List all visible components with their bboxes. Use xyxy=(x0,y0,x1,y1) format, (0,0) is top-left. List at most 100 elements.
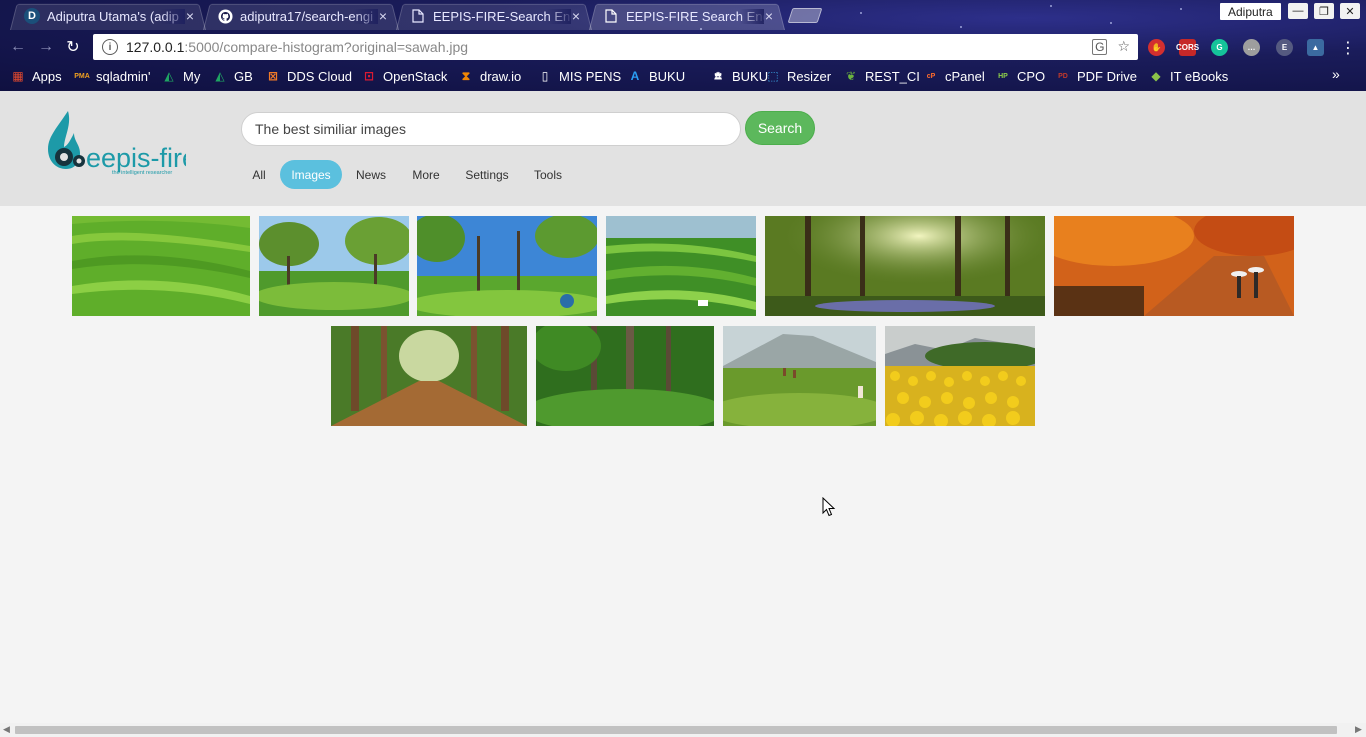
bookmark-cpanel[interactable]: cP cPanel xyxy=(924,67,985,85)
bookmark-mis-pens[interactable]: ▯ MIS PENS xyxy=(538,67,621,85)
itebooks-icon: ◆ xyxy=(1151,69,1161,83)
tab-tools[interactable]: Tools xyxy=(528,160,568,189)
bookmark-sqladmin[interactable]: PMA sqladmin' xyxy=(74,67,151,85)
tab-strip: D Adiputra Utama's (adip × adiputra17/se… xyxy=(0,0,1366,30)
tab-close-icon[interactable]: × xyxy=(572,8,580,24)
back-arrow-icon[interactable]: ← xyxy=(9,38,27,56)
tab-settings[interactable]: Settings xyxy=(458,160,516,189)
grammarly-icon[interactable]: G xyxy=(1211,39,1228,56)
result-image-green-rice-terraces[interactable] xyxy=(606,216,756,316)
site-header: eepis-fire the intelligent researcher Th… xyxy=(0,91,1366,206)
result-image-sunlit-forest[interactable] xyxy=(765,216,1045,316)
info-icon[interactable]: i xyxy=(102,39,118,55)
forward-arrow-icon[interactable]: → xyxy=(37,38,55,56)
cors-icon[interactable]: CORS xyxy=(1176,39,1199,56)
bookmark-label: draw.io xyxy=(480,68,522,84)
scrollbar-thumb[interactable] xyxy=(15,726,1337,734)
minimize-icon[interactable]: — xyxy=(1288,3,1308,19)
bookmark-label: REST_CI xyxy=(865,68,920,84)
library-icon: 🏛 xyxy=(713,73,723,80)
search-button[interactable]: Search xyxy=(745,111,815,145)
tab-images[interactable]: Images xyxy=(280,160,342,189)
logo-text: eepis-fire xyxy=(86,143,186,173)
bookmark-draw-io[interactable]: ⧗ draw.io xyxy=(459,67,521,85)
search-input-value: The best similiar images xyxy=(255,121,406,137)
url-host: 127.0.0.1 xyxy=(126,39,185,55)
bookmark-star-icon[interactable]: ☆ xyxy=(1117,38,1130,55)
reload-icon[interactable]: ↻ xyxy=(64,38,82,56)
address-bar[interactable]: i 127.0.0.1:5000/compare-histogram?origi… xyxy=(93,34,1138,60)
bookmark-it-ebooks[interactable]: ◆ IT eBooks xyxy=(1149,67,1228,85)
bookmark-label: MIS PENS xyxy=(559,68,622,84)
bookmark-label: sqladmin' xyxy=(96,68,151,84)
bookmark-label: BUKU xyxy=(732,68,769,84)
cpanel-icon: cP xyxy=(926,72,936,80)
bookmark-label: IT eBooks xyxy=(1170,68,1229,84)
bookmarks-bar: ▦ Apps PMA sqladmin' ◭ My ◭ GB ⊠ DDS Cloud ⊡ OpenSt… xyxy=(0,63,1366,88)
result-image-teak-forest-road[interactable] xyxy=(331,326,527,426)
browser-tab[interactable]: adiputra17/search-engi × xyxy=(203,2,399,30)
result-image-tea-garden-trees[interactable] xyxy=(259,216,409,316)
drive-icon: ◭ xyxy=(164,69,174,83)
result-image-tea-garden-blue-sky[interactable] xyxy=(417,216,597,316)
bookmark-gb[interactable]: ◭ GB xyxy=(213,67,253,85)
bookmark-cpo[interactable]: HP CPO xyxy=(996,67,1045,85)
tab-all[interactable]: All xyxy=(242,160,276,189)
bookmark-label: Resizer xyxy=(787,68,832,84)
bookmark-apps[interactable]: ▦ Apps xyxy=(11,67,61,85)
mouse-cursor-icon xyxy=(822,497,836,517)
dds-icon: ⊠ xyxy=(267,69,279,83)
bookmark-dds-cloud[interactable]: ⊠ DDS Cloud xyxy=(266,67,352,85)
tab-close-icon[interactable]: × xyxy=(379,8,387,24)
eepis-fire-logo[interactable]: eepis-fire the intelligent researcher xyxy=(46,111,197,176)
tab-close-icon[interactable]: × xyxy=(186,8,194,24)
search-input[interactable]: The best similiar images xyxy=(241,112,741,146)
bookmark-rest-ci[interactable]: ❦ REST_CI xyxy=(844,67,920,85)
translate-icon[interactable]: G xyxy=(1092,38,1108,55)
bookmark-resizer[interactable]: ⬚ Resizer xyxy=(766,67,831,85)
bookmark-label: GB xyxy=(234,68,253,84)
browser-tab[interactable]: D Adiputra Utama's (adip × xyxy=(10,2,206,30)
bookmark-buku[interactable]: A BUKU xyxy=(628,67,685,85)
window-close-icon[interactable]: ✕ xyxy=(1340,3,1360,19)
adblock-icon[interactable]: ✋ xyxy=(1148,39,1165,56)
page-icon xyxy=(603,8,619,24)
result-image-autumn-path-umbrellas[interactable] xyxy=(1054,216,1294,316)
pma-icon: PMA xyxy=(74,72,90,80)
new-tab-button[interactable] xyxy=(787,8,823,23)
browser-tab[interactable]: EEPIS-FIRE-Search Engi × xyxy=(396,2,592,30)
scroll-left-icon[interactable]: ◀ xyxy=(3,724,10,735)
bookmark-label: BUKU xyxy=(649,68,686,84)
scroll-right-icon[interactable]: ▶ xyxy=(1355,724,1362,735)
result-image-terraced-rice-field[interactable] xyxy=(72,216,250,316)
bookmarks-more-icon[interactable]: » xyxy=(1332,66,1340,82)
bookmark-my[interactable]: ◭ My xyxy=(162,67,200,85)
restore-icon[interactable]: ❐ xyxy=(1314,3,1334,19)
bookmark-buku[interactable]: 🏛 BUKU xyxy=(711,67,769,85)
menu-icon[interactable]: ⋮ xyxy=(1340,38,1356,58)
browser-frame: D Adiputra Utama's (adip × adiputra17/se… xyxy=(0,0,1366,91)
hp-icon: HP xyxy=(998,72,1008,80)
horizontal-scrollbar[interactable]: ◀ ▶ xyxy=(0,723,1366,737)
tab-close-icon[interactable]: × xyxy=(765,8,773,24)
bookmark-openstack[interactable]: ⊡ OpenStack xyxy=(362,67,447,85)
d-favicon-icon: D xyxy=(24,8,40,24)
result-image-dense-green-forest[interactable] xyxy=(536,326,714,426)
tab-more[interactable]: More xyxy=(404,160,448,189)
chat-icon[interactable]: … xyxy=(1243,39,1260,56)
tab-title: EEPIS-FIRE-Search Engi xyxy=(433,8,571,24)
browser-tab-active[interactable]: EEPIS-FIRE Search Engi × xyxy=(589,2,785,30)
url-path: :5000/compare-histogram?original=sawah.j… xyxy=(184,39,469,55)
profile-button[interactable]: Adiputra xyxy=(1220,3,1281,20)
window-ext-icon[interactable]: ▲ xyxy=(1307,39,1324,56)
result-image-sunflower-field[interactable] xyxy=(885,326,1035,426)
evernote-icon[interactable]: E xyxy=(1276,39,1293,56)
tab-title: Adiputra Utama's (adip xyxy=(47,8,185,24)
leaf-icon: ❦ xyxy=(845,69,857,83)
result-image-tea-pickers-mountain[interactable] xyxy=(723,326,876,426)
tab-news[interactable]: News xyxy=(348,160,394,189)
bookmark-label: CPO xyxy=(1017,68,1046,84)
apps-grid-icon: ▦ xyxy=(12,69,24,83)
bookmark-pdf-drive[interactable]: PD PDF Drive xyxy=(1056,67,1137,85)
tab-title: adiputra17/search-engi xyxy=(240,8,378,24)
